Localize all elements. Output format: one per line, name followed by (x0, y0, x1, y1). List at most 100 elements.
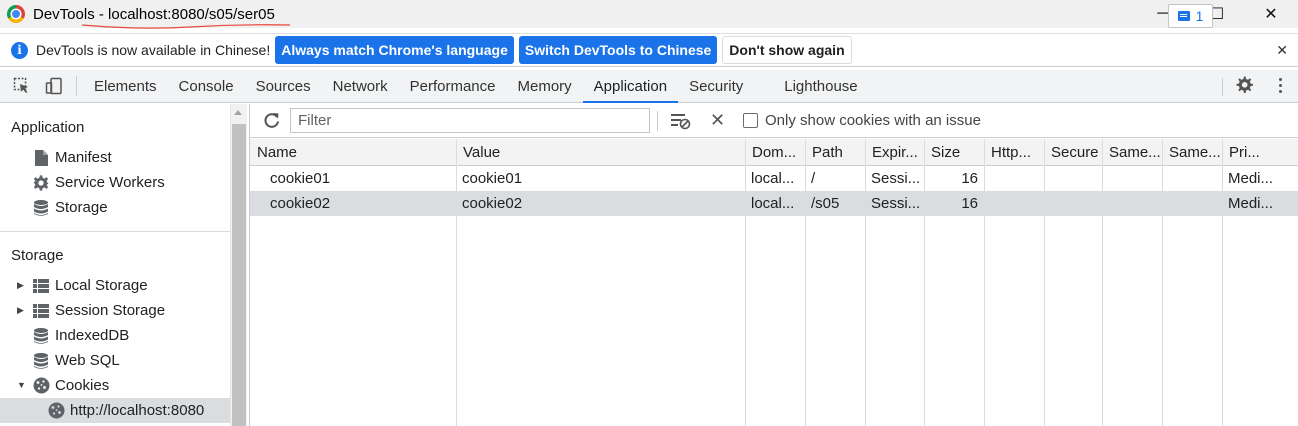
application-sidebar: Application Manifest Service Workers Sto… (0, 104, 230, 426)
only-issues-label: Only show cookies with an issue (765, 112, 981, 129)
sidebar-item-label: http://localhost:8080 (70, 402, 205, 419)
info-icon: i (11, 41, 28, 59)
column-header-size[interactable]: Size (924, 139, 984, 166)
table-header: Name Value Dom... Path Expir... Size Htt… (250, 139, 1298, 166)
sidebar-item-indexeddb[interactable]: IndexedDB (32, 323, 230, 348)
tab-separator (76, 76, 77, 96)
column-divider[interactable] (456, 139, 457, 426)
cell-priority: Medi... (1228, 195, 1274, 212)
database-icon (32, 199, 50, 216)
column-header-domain[interactable]: Dom... (745, 139, 805, 166)
cell-expires: Sessi... (871, 170, 921, 187)
tab-security[interactable]: Security (678, 70, 754, 103)
device-toolbar-icon[interactable] (38, 70, 70, 103)
column-divider[interactable] (1162, 139, 1163, 426)
more-options-icon[interactable] (1270, 78, 1290, 93)
database-icon (32, 327, 50, 344)
settings-gear-icon[interactable] (1234, 75, 1254, 98)
switch-chinese-button[interactable]: Switch DevTools to Chinese (518, 36, 718, 64)
column-divider[interactable] (1044, 139, 1045, 426)
sidebar-item-service-workers[interactable]: Service Workers (32, 170, 230, 195)
column-header-path[interactable]: Path (805, 139, 865, 166)
tab-console[interactable]: Console (168, 70, 245, 103)
sidebar-item-cookie-origin[interactable]: http://localhost:8080 (47, 398, 230, 423)
table-row-selected[interactable]: cookie02 cookie02 local... /s05 Sessi...… (250, 191, 1298, 216)
tab-performance[interactable]: Performance (399, 70, 507, 103)
filter-input[interactable] (290, 108, 650, 133)
only-issues-checkbox[interactable] (743, 113, 758, 128)
sidebar-item-label: Local Storage (55, 277, 148, 294)
sidebar-heading-application: Application (11, 119, 85, 136)
inspect-element-icon[interactable] (6, 70, 38, 103)
expand-triangle-icon[interactable]: ▶ (17, 280, 24, 291)
sidebar-item-label: Cookies (55, 377, 110, 394)
sidebar-item-manifest[interactable]: Manifest (32, 145, 230, 170)
clear-filtered-cookies-icon[interactable] (671, 112, 691, 133)
dont-show-again-button[interactable]: Don't show again (722, 36, 852, 64)
cell-domain: local... (751, 170, 795, 187)
column-header-priority[interactable]: Pri... (1222, 139, 1298, 166)
column-header-expires[interactable]: Expir... (865, 139, 924, 166)
clear-all-cookies-icon[interactable]: ✕ (710, 110, 725, 131)
tab-sources[interactable]: Sources (245, 70, 322, 103)
tab-elements[interactable]: Elements (83, 70, 168, 103)
sidebar-heading-storage: Storage (11, 247, 64, 264)
issues-counter-button[interactable]: 1 (1168, 4, 1213, 28)
cookie-icon (32, 377, 50, 394)
column-divider[interactable] (805, 139, 806, 426)
sidebar-item-local-storage[interactable]: Local Storage (32, 273, 230, 298)
match-language-button[interactable]: Always match Chrome's language (275, 36, 514, 64)
devtools-tabbar: Elements Console Sources Network Perform… (0, 70, 1298, 103)
gear-icon (32, 174, 50, 191)
sidebar-item-storage[interactable]: Storage (32, 195, 230, 220)
window-title: DevTools - localhost:8080/s05/ser05 (33, 5, 275, 23)
tabbar-separator (1222, 78, 1223, 96)
tab-lighthouse[interactable]: Lighthouse (754, 70, 868, 103)
column-header-secure[interactable]: Secure (1044, 139, 1102, 166)
column-header-httponly[interactable]: Http... (984, 139, 1044, 166)
sidebar-item-web-sql[interactable]: Web SQL (32, 348, 230, 373)
grid-table-icon (32, 303, 50, 318)
sidebar-item-session-storage[interactable]: Session Storage (32, 298, 230, 323)
sidebar-item-label: Service Workers (55, 174, 165, 191)
collapse-triangle-icon[interactable]: ▼ (17, 380, 26, 390)
cookie-toolbar: ✕ Only show cookies with an issue (250, 104, 1298, 138)
cookie-icon (47, 402, 65, 419)
sidebar-divider (0, 231, 230, 232)
sidebar-item-label: Session Storage (55, 302, 166, 319)
cell-expires: Sessi... (871, 195, 921, 212)
tab-network[interactable]: Network (322, 70, 399, 103)
column-divider[interactable] (1102, 139, 1103, 426)
column-header-name[interactable]: Name (250, 139, 456, 166)
cell-value: cookie02 (462, 195, 523, 212)
sidebar-scrollbar-thumb[interactable] (232, 124, 246, 426)
tab-memory[interactable]: Memory (507, 70, 583, 103)
sidebar-item-cookies[interactable]: Cookies (32, 373, 230, 398)
column-header-value[interactable]: Value (456, 139, 745, 166)
tab-application[interactable]: Application (582, 70, 679, 103)
scroll-up-arrow-icon[interactable] (234, 110, 242, 115)
refresh-icon[interactable] (263, 112, 280, 132)
issues-count: 1 (1195, 8, 1204, 24)
infobar-message: DevTools is now available in Chinese! (36, 42, 271, 58)
column-divider[interactable] (984, 139, 985, 426)
window-titlebar: DevTools - localhost:8080/s05/ser05 ─ ☐ … (0, 0, 1298, 29)
column-header-samesite[interactable]: Same... (1102, 139, 1162, 166)
cell-value: cookie01 (462, 170, 523, 187)
column-divider[interactable] (1222, 139, 1223, 426)
column-header-sameparty[interactable]: Same... (1162, 139, 1222, 166)
infobar-close-icon[interactable]: ✕ (1276, 42, 1288, 59)
column-divider[interactable] (745, 139, 746, 426)
close-window-button[interactable]: ✕ (1244, 0, 1298, 28)
sidebar-item-label: Manifest (55, 149, 112, 166)
expand-triangle-icon[interactable]: ▶ (17, 305, 24, 316)
cell-priority: Medi... (1228, 170, 1274, 187)
issues-message-icon (1177, 11, 1190, 21)
cell-domain: local... (751, 195, 795, 212)
toolbar-separator (657, 111, 658, 131)
column-divider[interactable] (924, 139, 925, 426)
sidebar-item-label: IndexedDB (55, 327, 130, 344)
file-icon (32, 149, 50, 166)
table-row[interactable]: cookie01 cookie01 local... / Sessi... 16… (250, 166, 1298, 191)
column-divider[interactable] (865, 139, 866, 426)
